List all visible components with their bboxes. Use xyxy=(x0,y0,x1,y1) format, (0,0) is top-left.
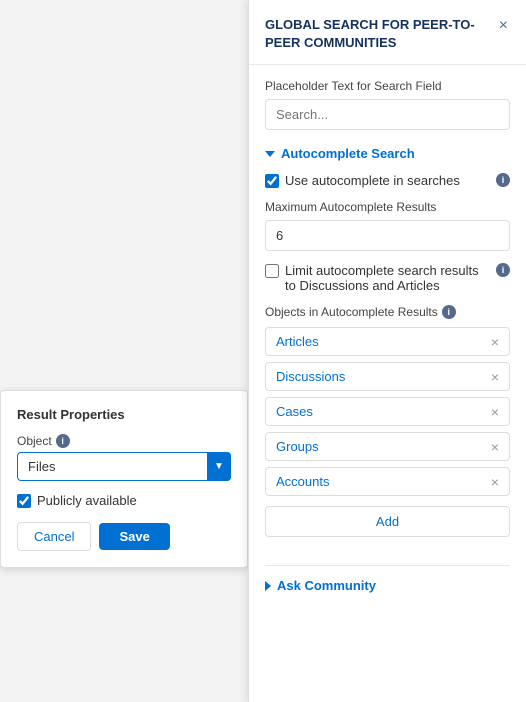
object-select-wrapper: Files Articles Discussions Cases ▼ xyxy=(17,452,231,481)
objects-label-row: Objects in Autocomplete Results i xyxy=(265,305,510,319)
objects-info-icon[interactable]: i xyxy=(442,305,456,319)
remove-discussions-icon[interactable]: × xyxy=(491,370,499,384)
add-object-button[interactable]: Add xyxy=(265,506,510,537)
object-label-text: Object xyxy=(17,434,52,448)
object-field-label: Object i xyxy=(17,434,231,448)
panel-title: GLOBAL SEARCH FOR PEER-TO-PEER COMMUNITI… xyxy=(265,16,497,52)
autocomplete-title: Autocomplete Search xyxy=(281,146,415,161)
tag-articles-text: Articles xyxy=(276,334,491,349)
list-item: Groups × xyxy=(265,432,510,461)
limit-label: Limit autocomplete search results to Dis… xyxy=(285,263,490,293)
action-buttons: Cancel Save xyxy=(17,522,231,551)
autocomplete-objects-list: Articles × Discussions × Cases × Groups … xyxy=(265,327,510,496)
use-autocomplete-label: Use autocomplete in searches xyxy=(285,173,490,188)
publicly-available-label: Publicly available xyxy=(37,493,137,508)
panel-body: Placeholder Text for Search Field Autoco… xyxy=(249,65,526,619)
cancel-button[interactable]: Cancel xyxy=(17,522,91,551)
list-item: Articles × xyxy=(265,327,510,356)
ask-community-header[interactable]: Ask Community xyxy=(265,578,510,593)
publicly-available-checkbox[interactable] xyxy=(17,494,31,508)
object-info-icon[interactable]: i xyxy=(56,434,70,448)
list-item: Cases × xyxy=(265,397,510,426)
tag-accounts-text: Accounts xyxy=(276,474,491,489)
remove-articles-icon[interactable]: × xyxy=(491,335,499,349)
limit-info-icon[interactable]: i xyxy=(496,263,510,277)
remove-accounts-icon[interactable]: × xyxy=(491,475,499,489)
autocomplete-section-header[interactable]: Autocomplete Search xyxy=(265,146,510,161)
autocomplete-section: Autocomplete Search Use autocomplete in … xyxy=(265,146,510,551)
remove-cases-icon[interactable]: × xyxy=(491,405,499,419)
limit-checkbox[interactable] xyxy=(265,264,279,278)
list-item: Discussions × xyxy=(265,362,510,391)
search-placeholder-label: Placeholder Text for Search Field xyxy=(265,79,510,93)
global-search-panel: GLOBAL SEARCH FOR PEER-TO-PEER COMMUNITI… xyxy=(248,0,526,702)
publicly-available-row: Publicly available xyxy=(17,493,231,508)
max-results-input[interactable] xyxy=(265,220,510,251)
panel-header: GLOBAL SEARCH FOR PEER-TO-PEER COMMUNITI… xyxy=(249,0,526,65)
tag-cases-text: Cases xyxy=(276,404,491,419)
use-autocomplete-row: Use autocomplete in searches i xyxy=(265,173,510,188)
save-button[interactable]: Save xyxy=(99,523,169,550)
chevron-right-icon xyxy=(265,581,271,591)
list-item: Accounts × xyxy=(265,467,510,496)
remove-groups-icon[interactable]: × xyxy=(491,440,499,454)
search-input[interactable] xyxy=(265,99,510,130)
tag-groups-text: Groups xyxy=(276,439,491,454)
result-properties-panel: Result Properties Object i Files Article… xyxy=(0,390,248,568)
result-properties-title: Result Properties xyxy=(17,407,231,422)
limit-row: Limit autocomplete search results to Dis… xyxy=(265,263,510,293)
close-icon[interactable]: × xyxy=(497,16,510,36)
chevron-down-icon xyxy=(265,151,275,157)
use-autocomplete-checkbox[interactable] xyxy=(265,174,279,188)
object-select[interactable]: Files Articles Discussions Cases xyxy=(17,452,231,481)
ask-community-title: Ask Community xyxy=(277,578,376,593)
objects-label-text: Objects in Autocomplete Results xyxy=(265,305,438,319)
max-results-label: Maximum Autocomplete Results xyxy=(265,200,510,214)
tag-discussions-text: Discussions xyxy=(276,369,491,384)
use-autocomplete-info-icon[interactable]: i xyxy=(496,173,510,187)
ask-community-section: Ask Community xyxy=(265,565,510,593)
